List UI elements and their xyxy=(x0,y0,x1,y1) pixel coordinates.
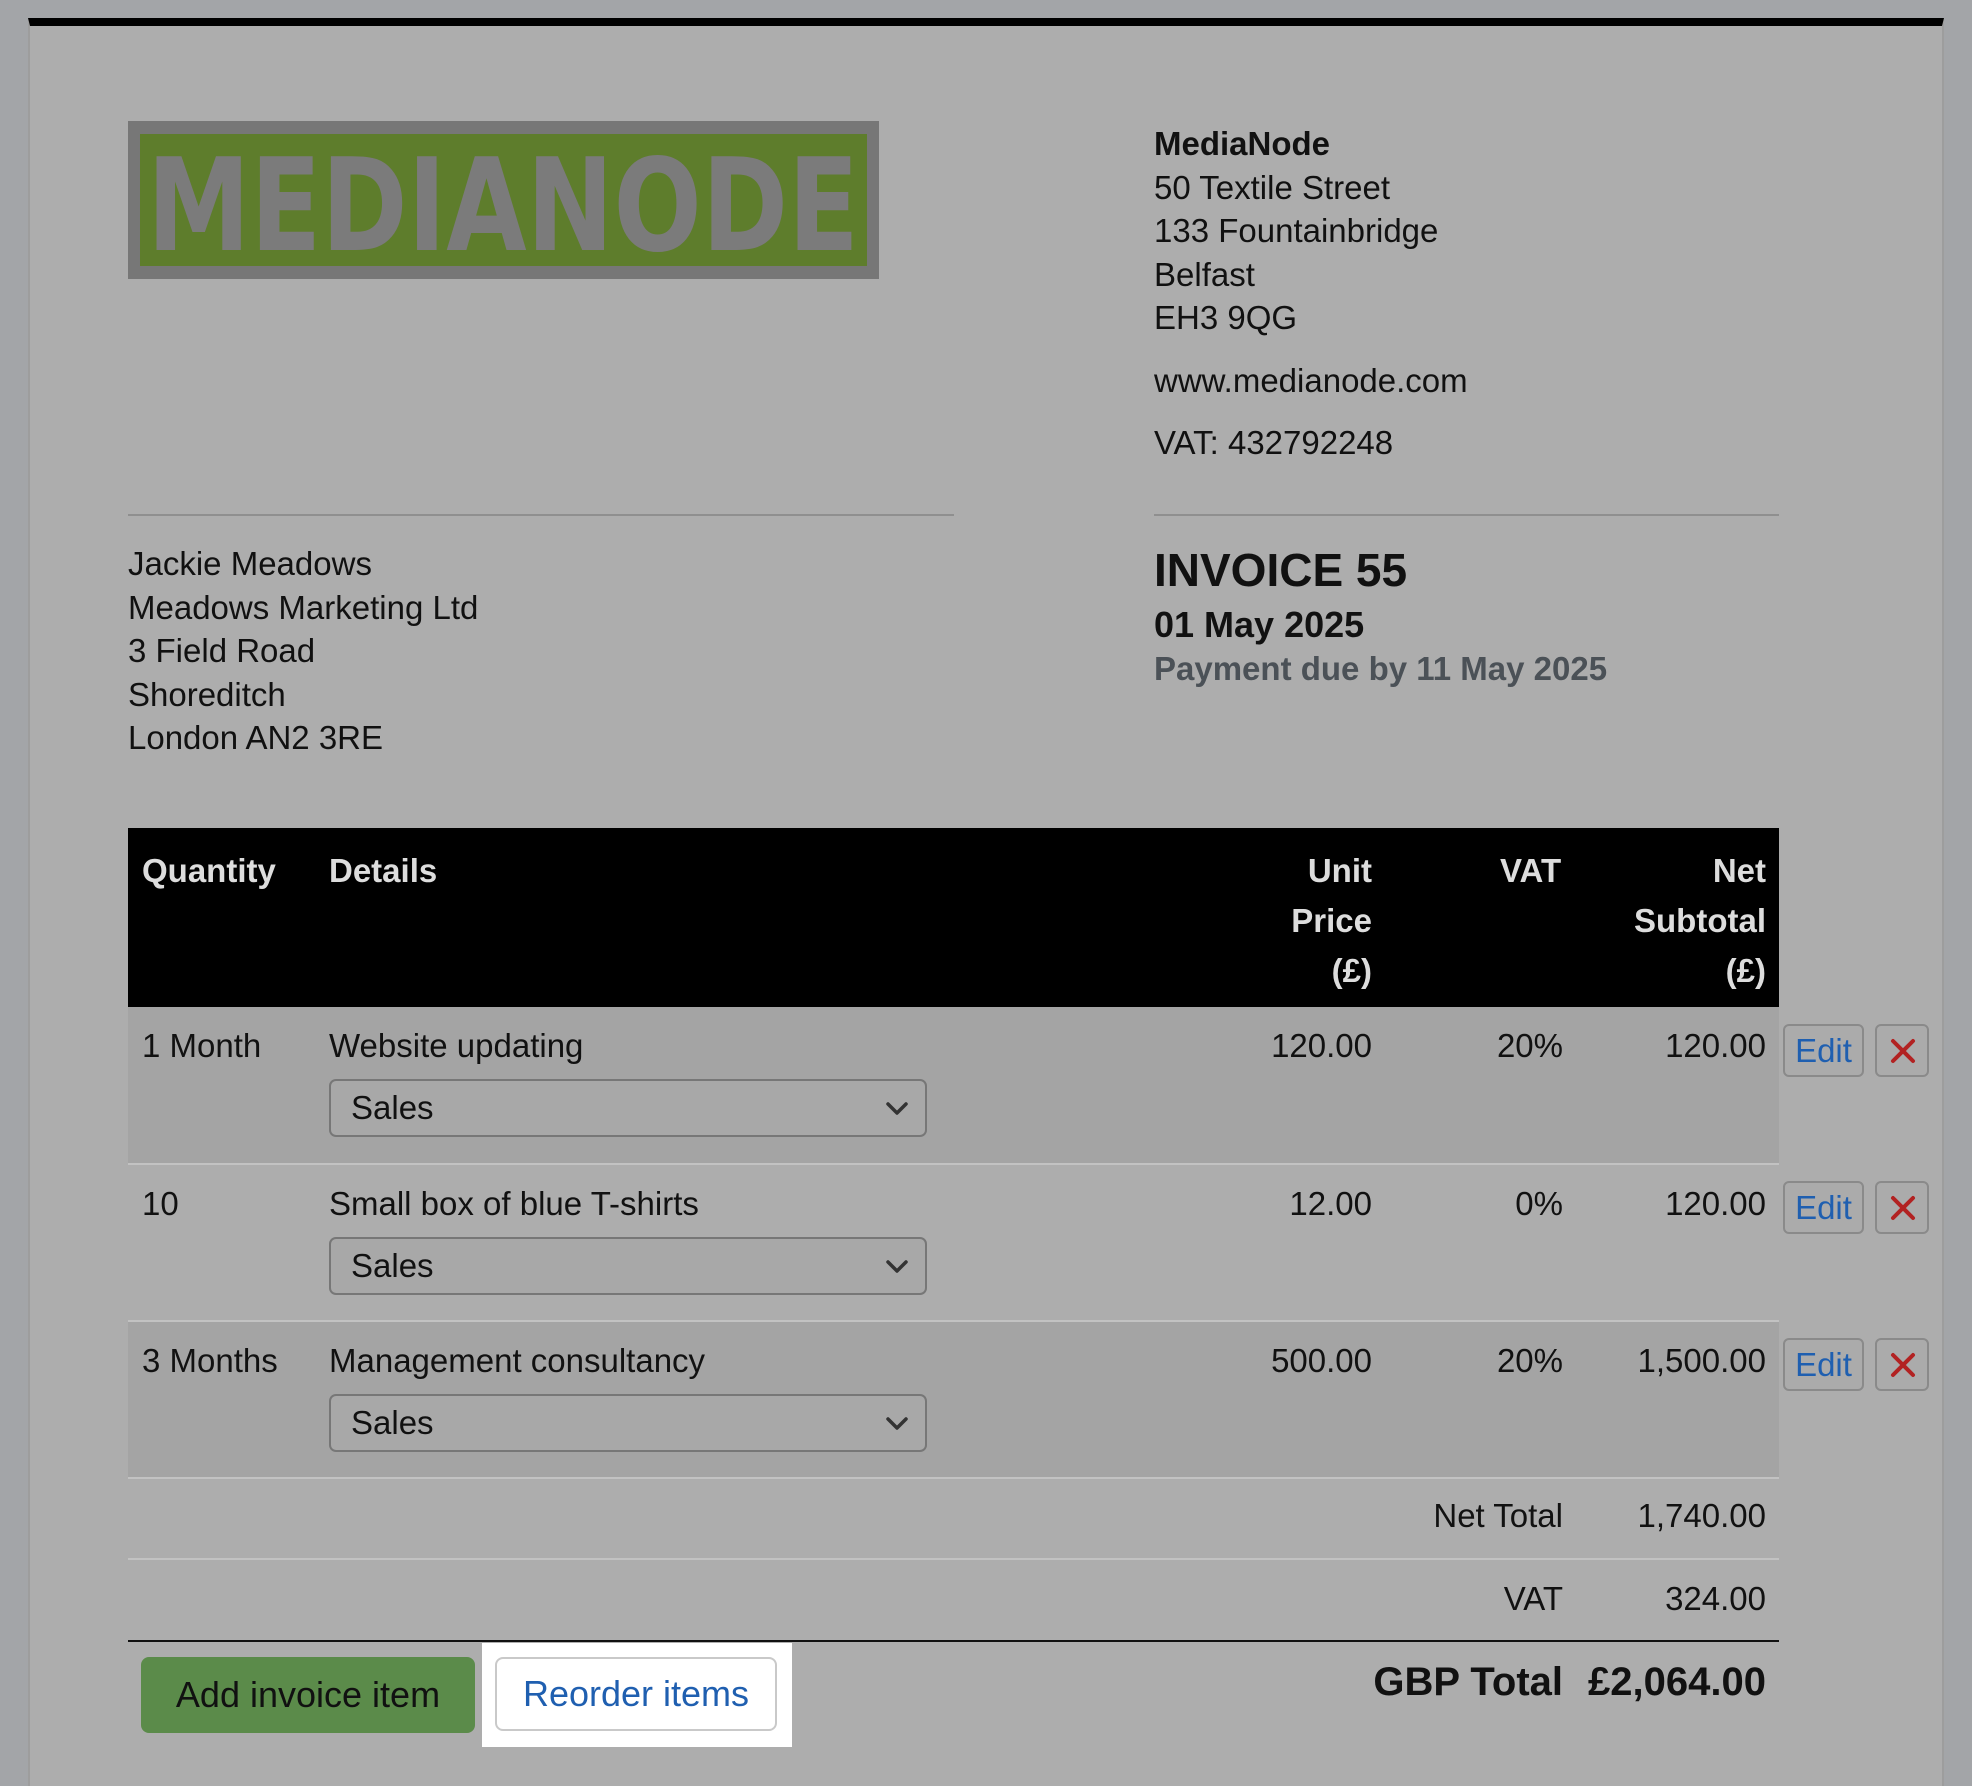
vendor-name: MediaNode xyxy=(1154,125,1331,162)
client-address-line: 3 Field Road xyxy=(128,632,316,669)
header-net-subtotal-line: Net xyxy=(1712,852,1766,889)
vendor-address-line: EH3 9QG xyxy=(1154,299,1298,336)
header-unit-price: Unit Price (£) xyxy=(1128,846,1372,996)
add-invoice-item-button[interactable]: Add invoice item xyxy=(141,1657,475,1733)
category-select[interactable]: Sales xyxy=(329,1237,927,1295)
row-unit-price: 12.00 xyxy=(1289,1185,1372,1222)
delete-item-button[interactable] xyxy=(1875,1338,1929,1391)
row-quantity: 10 xyxy=(142,1185,179,1222)
header-unit-price-line: Unit xyxy=(1307,852,1372,889)
chevron-down-icon xyxy=(886,1102,908,1115)
client-address-line: Meadows Marketing Ltd xyxy=(128,588,479,626)
svg-text:MEDIANODE: MEDIANODE xyxy=(147,134,859,266)
category-select[interactable]: Sales xyxy=(329,1079,927,1137)
header-net-subtotal: Net Subtotal (£) xyxy=(1528,846,1766,996)
edit-item-button[interactable]: Edit xyxy=(1783,1181,1864,1234)
table-row: 1 Month Website updating Sales 120.00 20… xyxy=(128,1007,1779,1163)
header-unit-price-line: Price xyxy=(1291,902,1372,939)
items-table-header: Quantity Details Unit Price (£) VAT Net … xyxy=(128,828,1779,1007)
category-select-value: Sales xyxy=(351,1247,434,1284)
vendor-website: www.medianode.com xyxy=(1154,361,1468,399)
totals-divider xyxy=(128,1640,1779,1642)
header-quantity: Quantity xyxy=(142,852,276,889)
vat-total-label: VAT xyxy=(1503,1580,1563,1617)
row-unit-price: 500.00 xyxy=(1271,1342,1372,1379)
header-net-subtotal-line: Subtotal xyxy=(1634,902,1766,939)
row-details: Small box of blue T-shirts xyxy=(329,1185,699,1222)
header-unit-price-line: (£) xyxy=(1331,952,1372,989)
category-select-value: Sales xyxy=(351,1089,434,1126)
client-address-line: London AN2 3RE xyxy=(128,719,384,756)
row-subtotal: 120.00 xyxy=(1665,1185,1766,1222)
vendor-address-line: 50 Textile Street xyxy=(1154,168,1391,206)
row-details: Management consultancy xyxy=(329,1342,706,1379)
close-icon xyxy=(1891,1039,1915,1063)
row-vat: 20% xyxy=(1496,1342,1563,1379)
row-quantity: 1 Month xyxy=(142,1027,262,1064)
row-details: Website updating xyxy=(329,1027,584,1064)
reorder-highlight: Reorder items xyxy=(482,1643,792,1747)
client-address-line: Shoreditch xyxy=(128,675,286,713)
row-subtotal: 1,500.00 xyxy=(1637,1342,1766,1379)
invoice-title: INVOICE 55 xyxy=(1154,544,1408,596)
edit-item-button[interactable]: Edit xyxy=(1783,1338,1864,1391)
client-address: Jackie Meadows Meadows Marketing Ltd 3 F… xyxy=(128,542,478,760)
delete-item-button[interactable] xyxy=(1875,1024,1929,1077)
category-select-value: Sales xyxy=(351,1404,434,1441)
net-total-value: 1,740.00 xyxy=(1637,1497,1766,1534)
grand-total-label: GBP Total xyxy=(1373,1660,1563,1704)
net-total-label: Net Total xyxy=(1433,1497,1563,1534)
divider xyxy=(128,514,954,516)
row-unit-price: 120.00 xyxy=(1271,1027,1372,1064)
table-row: 3 Months Management consultancy Sales 50… xyxy=(128,1322,1779,1478)
header-net-subtotal-line: (£) xyxy=(1725,952,1766,989)
close-icon xyxy=(1891,1196,1915,1220)
vendor-address-line: Belfast xyxy=(1154,255,1255,293)
row-vat: 20% xyxy=(1496,1027,1563,1064)
vendor-address-line: 133 Fountainbridge xyxy=(1154,212,1439,249)
delete-item-button[interactable] xyxy=(1875,1181,1929,1234)
chevron-down-icon xyxy=(886,1417,908,1430)
row-divider xyxy=(128,1558,1779,1560)
reorder-items-button[interactable]: Reorder items xyxy=(495,1657,777,1731)
company-logo: MEDIANODE xyxy=(128,121,879,279)
vat-total-value: 324.00 xyxy=(1665,1580,1766,1617)
edit-item-button[interactable]: Edit xyxy=(1783,1024,1864,1077)
table-row: 10 Small box of blue T-shirts Sales 12.0… xyxy=(128,1165,1779,1321)
row-quantity: 3 Months xyxy=(142,1342,278,1379)
divider xyxy=(1154,514,1779,516)
row-vat: 0% xyxy=(1515,1185,1563,1222)
client-address-line: Jackie Meadows xyxy=(128,545,372,582)
category-select[interactable]: Sales xyxy=(329,1394,927,1452)
grand-total-value: £2,064.00 xyxy=(1588,1660,1766,1704)
row-divider xyxy=(128,1477,1779,1479)
close-icon xyxy=(1891,1353,1915,1377)
vendor-vat-number: VAT: 432792248 xyxy=(1154,424,1394,461)
vendor-address: MediaNode 50 Textile Street 133 Fountain… xyxy=(1154,122,1468,465)
row-subtotal: 120.00 xyxy=(1665,1027,1766,1064)
invoice-date: 01 May 2025 xyxy=(1154,604,1365,645)
payment-due: Payment due by 11 May 2025 xyxy=(1154,650,1608,687)
chevron-down-icon xyxy=(886,1260,908,1273)
header-details: Details xyxy=(329,852,438,889)
